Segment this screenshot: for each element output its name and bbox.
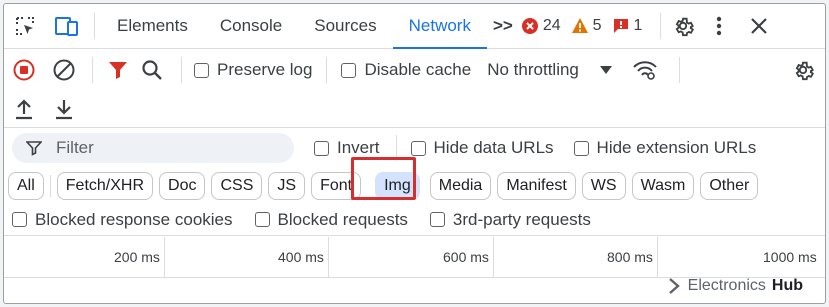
issues-count: 1	[633, 17, 643, 34]
blocked-requests-checkbox[interactable]: Blocked requests	[254, 209, 408, 230]
warning-icon	[571, 18, 588, 33]
divider	[49, 175, 51, 197]
third-party-requests-label: 3rd-party requests	[452, 209, 591, 229]
third-party-requests-box[interactable]	[429, 212, 445, 227]
hide-extension-urls-label: Hide extension URLs	[596, 138, 757, 157]
filter-input[interactable]	[54, 137, 258, 159]
more-tabs-button[interactable]: >>	[487, 4, 519, 48]
filter-field[interactable]	[12, 133, 294, 163]
timeline-overview[interactable]: 200 ms 400 ms 600 ms 800 ms 1000 ms	[4, 237, 825, 278]
timeline-label-400: 400 ms	[278, 249, 324, 265]
network-settings-gear-icon[interactable]	[781, 50, 825, 90]
invert-checkbox[interactable]: Invert	[314, 138, 380, 158]
invert-box[interactable]	[314, 140, 329, 156]
type-chip-all[interactable]: All	[8, 172, 44, 200]
watermark-logo: Electronics Hub	[666, 277, 803, 295]
throttling-select[interactable]: No throttling	[487, 60, 613, 80]
blocked-response-cookies-box[interactable]	[12, 212, 27, 227]
tab-bar: Elements Console Sources Network >> 24 5…	[4, 4, 825, 49]
errors-count: 24	[542, 17, 561, 34]
clear-icon[interactable]	[44, 50, 84, 90]
type-chip-ws[interactable]: WS	[581, 172, 626, 200]
close-icon[interactable]	[739, 4, 779, 48]
blocked-requests-box[interactable]	[254, 212, 270, 227]
timeline-gridline	[164, 237, 165, 277]
divider	[326, 57, 328, 83]
type-chip-manifest[interactable]: Manifest	[497, 172, 576, 200]
tab-sources[interactable]: Sources	[298, 4, 392, 48]
blocked-filters: Blocked response cookies Blocked request…	[4, 204, 825, 236]
divider	[92, 57, 93, 83]
tab-network[interactable]: Network	[392, 4, 488, 49]
disable-cache-box[interactable]	[341, 62, 357, 78]
throttling-value: No throttling	[487, 60, 579, 79]
issues-badge[interactable]: 1	[612, 17, 643, 35]
timeline-label-800: 800 ms	[607, 249, 653, 265]
inspect-element-icon[interactable]	[4, 4, 46, 48]
disable-cache-checkbox[interactable]: Disable cache	[341, 60, 471, 80]
tab-elements[interactable]: Elements	[101, 4, 204, 48]
preserve-log-checkbox[interactable]: Preserve log	[194, 60, 312, 80]
caret-down-icon	[599, 66, 612, 74]
timeline-gridline	[328, 237, 329, 277]
blocked-requests-label: Blocked requests	[277, 209, 408, 229]
type-chip-media[interactable]: Media	[429, 172, 492, 200]
network-conditions-icon[interactable]	[625, 50, 665, 90]
record-stop-icon[interactable]	[4, 50, 44, 90]
watermark-brand-bold: Hub	[771, 277, 803, 294]
type-chip-other[interactable]: Other	[700, 172, 759, 200]
blocked-response-cookies-label: Blocked response cookies	[35, 209, 233, 229]
hide-data-urls-checkbox[interactable]: Hide data URLs	[410, 138, 554, 158]
error-icon	[521, 18, 538, 34]
timeline-label-1000: 1000 ms	[763, 249, 817, 265]
divider	[94, 13, 95, 39]
devtools-window: Elements Console Sources Network >> 24 5…	[3, 3, 826, 304]
img-filter-highlight	[351, 157, 416, 200]
import-har-upload-icon[interactable]	[4, 91, 44, 127]
kebab-menu-icon[interactable]	[705, 4, 733, 48]
issue-flag-icon	[613, 19, 628, 33]
timeline-gridline	[493, 237, 494, 277]
hide-data-urls-box[interactable]	[410, 140, 426, 156]
invert-label: Invert	[337, 138, 380, 157]
disable-cache-label: Disable cache	[364, 60, 472, 79]
filter-funnel-outline-icon	[26, 141, 42, 156]
electronics-hub-logo-icon	[668, 278, 680, 294]
settings-gear-icon[interactable]	[661, 4, 705, 48]
warnings-badge[interactable]: 5	[571, 17, 602, 35]
preserve-log-label: Preserve log	[217, 60, 313, 79]
divider	[181, 57, 182, 83]
network-toolbar: Preserve log Disable cache No throttling	[4, 49, 825, 91]
watermark-brand: Electronics	[687, 277, 766, 294]
preserve-log-box[interactable]	[194, 62, 209, 78]
timeline-label-200: 200 ms	[114, 249, 160, 265]
type-chip-fetch-xhr[interactable]: Fetch/XHR	[56, 172, 154, 200]
hide-data-urls-label: Hide data URLs	[433, 138, 554, 157]
type-chip-css[interactable]: CSS	[211, 172, 263, 200]
warnings-count: 5	[592, 17, 602, 34]
divider	[678, 57, 680, 83]
hide-extension-urls-checkbox[interactable]: Hide extension URLs	[573, 138, 757, 158]
type-chip-doc[interactable]: Doc	[159, 172, 206, 200]
export-har-download-icon[interactable]	[44, 91, 84, 127]
tab-console[interactable]: Console	[204, 4, 298, 48]
type-chip-wasm[interactable]: Wasm	[631, 172, 695, 200]
hide-extension-urls-box[interactable]	[573, 140, 589, 156]
import-export-toolbar	[4, 91, 825, 128]
errors-badge[interactable]: 24	[521, 17, 561, 35]
search-icon[interactable]	[135, 50, 169, 90]
type-chip-js[interactable]: JS	[268, 172, 306, 200]
timeline-label-600: 600 ms	[443, 249, 489, 265]
third-party-requests-checkbox[interactable]: 3rd-party requests	[429, 209, 591, 230]
filter-funnel-icon[interactable]	[101, 50, 135, 90]
blocked-response-cookies-checkbox[interactable]: Blocked response cookies	[12, 210, 233, 230]
device-toolbar-icon[interactable]	[46, 4, 88, 48]
timeline-gridline	[657, 237, 658, 277]
